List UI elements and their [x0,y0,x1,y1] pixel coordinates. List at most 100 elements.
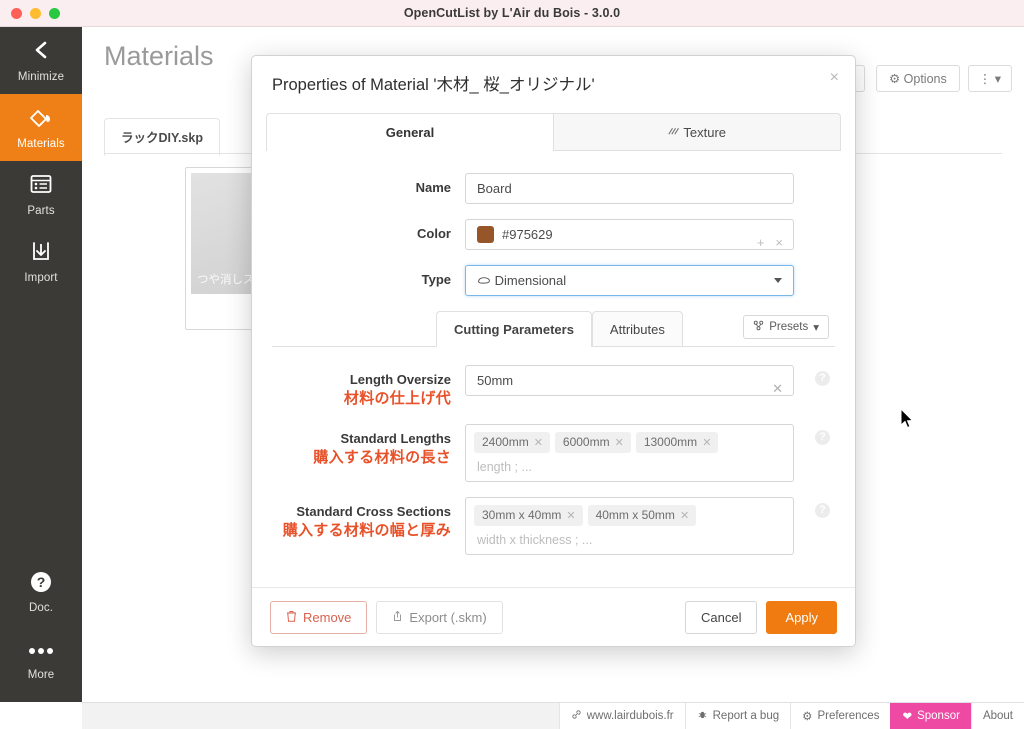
status-link-lairdubois[interactable]: www.lairdubois.fr [558,703,685,729]
remove-tag-icon[interactable]: ✕ [534,437,543,449]
add-color-icon[interactable]: + [757,228,765,257]
tab-general[interactable]: General [266,113,554,151]
list-icon [0,173,82,200]
traffic-lights [11,8,60,19]
color-value: #975629 [502,227,553,242]
import-arrow-icon [0,240,82,267]
param-row-length-oversize: Length Oversize 材料の仕上げ代 50mm ✕ ? [272,365,835,409]
dialog-header: Properties of Material '木材_ 桜_オリジナル' × [252,56,855,105]
heart-hand-icon: ❤ [902,711,913,723]
material-properties-dialog: Properties of Material '木材_ 桜_オリジナル' × G… [251,55,856,647]
cancel-button[interactable]: Cancel [685,600,758,634]
tag-chip-label: 6000mm [562,435,610,449]
presets-icon [753,320,764,334]
subtab-attributes[interactable]: Attributes [591,311,683,346]
sidebar-item-label: More [27,669,55,681]
color-control: #975629 + × [465,219,835,250]
bottom-status-bar: www.lairdubois.fr Report a bug ⚙ Prefere… [82,702,1024,729]
status-item-label: www.lairdubois.fr [586,710,674,722]
window-titlebar: OpenCutList by L'Air du Bois - 3.0.0 [0,0,1024,27]
name-control: Board [465,173,835,204]
remove-tag-icon[interactable]: ✕ [702,437,711,449]
sidebar-item-parts[interactable]: Parts [0,161,82,228]
tag-chip[interactable]: 2400mm ✕ [474,432,550,453]
standard-lengths-tagbox[interactable]: 2400mm ✕ 6000mm ✕ 13000mm ✕ length ; ... [465,424,794,482]
status-report-bug[interactable]: Report a bug [684,703,791,729]
sidebar-item-label: Parts [27,205,55,217]
gear-icon: ⚙ [802,711,813,723]
length-oversize-control: 50mm ✕ ? [465,365,835,396]
type-label: Type [421,272,451,287]
close-window-button[interactable] [11,8,22,19]
file-tab-rack-diy[interactable]: ラックDIY.skp [104,118,220,156]
clear-icon[interactable]: ✕ [772,374,783,403]
type-select[interactable]: Dimensional [465,265,794,296]
export-button[interactable]: Export (.skm) [376,600,503,634]
options-button[interactable]: ⚙ Options [875,65,960,92]
length-oversize-annotation: 材料の仕上げ代 [343,390,451,407]
remove-button[interactable]: Remove [270,600,368,634]
tab-texture-label: Texture [683,125,727,140]
cross-sections-tagbox[interactable]: 30mm x 40mm ✕ 40mm x 50mm ✕ width x thickne… [465,497,794,555]
remove-tag-icon[interactable]: ✕ [566,510,575,522]
ellipsis-icon [0,637,82,664]
more-menu-button[interactable]: ⋮ ▾ [967,65,1012,92]
export-button-label: Export (.skm) [409,609,487,625]
remove-tag-icon[interactable]: ✕ [615,437,624,449]
name-label: Name [415,180,451,195]
presets-button[interactable]: Presets ▾ [743,315,829,339]
color-label: Color [417,226,451,241]
param-row-cross-sections: Standard Cross Sections 購入する材料の幅と厚み 30mm… [272,497,835,555]
chevron-down-icon: ▾ [813,322,819,334]
standard-lengths-control: 2400mm ✕ 6000mm ✕ 13000mm ✕ length ; ... ? [465,424,835,482]
cross-sections-placeholder: width x thickness ; ... [477,533,593,547]
param-row-standard-lengths: Standard Lengths 購入する材料の長さ 2400mm ✕ 6000mm… [272,424,835,482]
status-item-label: About [982,710,1013,722]
cross-sections-label: Standard Cross Sections 購入する材料の幅と厚み [272,497,465,541]
length-oversize-value: 50mm [477,373,514,388]
chevron-down-icon: ▾ [994,72,1001,86]
length-oversize-input[interactable]: 50mm ✕ [465,365,794,396]
type-value: Dimensional [494,273,567,288]
color-swatch[interactable] [477,226,494,243]
app-window: OpenCutList by L'Air du Bois - 3.0.0 Min… [0,0,1024,729]
tab-texture[interactable]: Texture [554,113,841,150]
clear-color-icon[interactable]: × [775,228,783,257]
sidebar-item-more[interactable]: More [0,625,82,692]
status-sponsor[interactable]: ❤ Sponsor [890,703,971,729]
sidebar-item-materials[interactable]: Materials [0,94,82,161]
status-preferences[interactable]: ⚙ Preferences [790,703,891,729]
sidebar-item-doc[interactable]: ? Doc. [0,558,82,625]
cross-sections-control: 30mm x 40mm ✕ 40mm x 50mm ✕ width x thickne… [465,497,835,555]
texture-icon [668,125,683,140]
cross-sections-chips: 30mm x 40mm ✕ 40mm x 50mm ✕ [474,505,785,530]
sidebar-item-import[interactable]: Import [0,228,82,295]
name-input[interactable]: Board [465,173,794,204]
help-icon[interactable]: ? [815,503,830,518]
sidebar-item-minimize[interactable]: Minimize [0,27,82,94]
length-oversize-label-text: Length Oversize [349,372,451,387]
help-icon[interactable]: ? [815,430,830,445]
apply-button[interactable]: Apply [766,600,837,634]
dialog-footer: Remove Export (.skm) Cancel Apply [252,587,855,646]
minimize-window-button[interactable] [30,8,41,19]
remove-tag-icon[interactable]: ✕ [680,510,689,522]
board-icon [477,273,495,288]
status-about[interactable]: About [970,703,1024,729]
help-icon[interactable]: ? [815,371,830,386]
tag-chip-label: 40mm x 50mm [595,508,675,522]
tag-chip[interactable]: 6000mm ✕ [554,432,631,453]
tag-chip[interactable]: 30mm x 40mm ✕ [474,505,583,526]
tag-chip[interactable]: 40mm x 50mm ✕ [587,505,697,526]
zoom-window-button[interactable] [49,8,60,19]
color-input[interactable]: #975629 + × [465,219,794,250]
type-control: Dimensional [465,265,835,296]
dialog-tabbar: General Texture [266,113,841,151]
chevron-down-icon [774,278,782,283]
tag-chip[interactable]: 13000mm ✕ [635,432,719,453]
tag-chip-label: 13000mm [643,435,698,449]
question-circle-icon: ? [0,570,82,597]
subtab-cutting-parameters[interactable]: Cutting Parameters [436,311,592,347]
close-icon[interactable]: × [830,70,839,86]
cross-sections-label-text: Standard Cross Sections [296,504,451,519]
